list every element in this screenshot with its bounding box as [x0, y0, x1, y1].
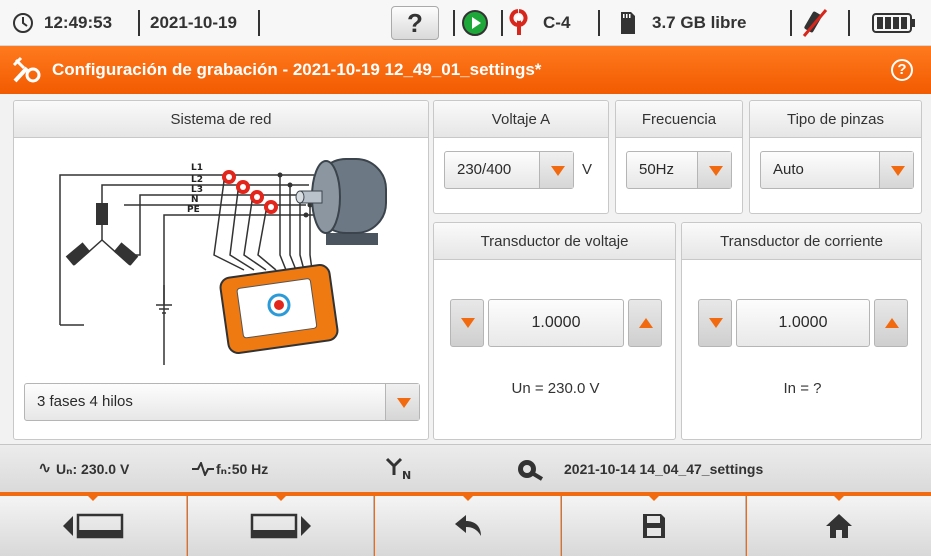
voltage-transducer-panel: Transductor de voltaje 1.0000 Un = 230.0…	[433, 222, 676, 440]
home-icon	[826, 514, 852, 538]
config-file-name: 2021-10-14 14_04_47_settings	[564, 461, 764, 477]
current-transducer-info: In = ?	[783, 380, 822, 397]
current-transducer-stepper: 1.0000	[698, 299, 908, 347]
current-transducer-value[interactable]: 1.0000	[736, 299, 870, 347]
info-help-button[interactable]: ?	[891, 59, 913, 81]
status-time: 12:49:53	[44, 13, 113, 32]
network-type-icon: N	[385, 457, 411, 481]
nominal-voltage: Uₙ: 230.0 V	[56, 461, 130, 477]
divider	[790, 10, 792, 36]
chevron-down-icon[interactable]	[539, 152, 573, 188]
label-l1: L1	[191, 163, 203, 173]
divider	[258, 10, 260, 36]
sine-wave-icon: ∿	[38, 460, 52, 477]
voltage-header: Voltaje A	[434, 101, 608, 138]
clamp-type-select[interactable]: Auto	[760, 151, 914, 189]
clamp-type-header: Tipo de pinzas	[750, 101, 921, 138]
clamp-icon	[509, 0, 529, 46]
storage-free: 3.7 GB libre	[652, 13, 747, 32]
clock-icon	[12, 0, 34, 46]
voltage-panel: Voltaje A 230/400 V	[433, 100, 609, 214]
divider	[598, 10, 600, 36]
decrement-button[interactable]	[698, 299, 732, 347]
frequency-wave-icon	[192, 462, 214, 476]
next-screen-icon	[250, 513, 311, 539]
frequency-value: 50Hz	[639, 161, 675, 178]
network-system-panel: Sistema de red L1 L2 L3 N PE 3 fases 4 h…	[13, 100, 429, 440]
voltage-unit: V	[582, 161, 593, 178]
settings-tools-icon	[12, 56, 41, 83]
decrement-button[interactable]	[450, 299, 484, 347]
chevron-down-icon[interactable]	[879, 152, 913, 188]
previous-screen-icon	[63, 513, 124, 539]
title-bar: Configuración de grabación - 2021-10-19 …	[0, 46, 931, 94]
frequency-select[interactable]: 50Hz	[626, 151, 732, 189]
wiring-diagram: L1 L2 L3 N PE	[59, 158, 387, 365]
battery-icon	[872, 0, 916, 46]
analyzer-device-icon	[219, 264, 339, 354]
back-arrow-icon	[454, 515, 481, 536]
chevron-down-icon[interactable]	[697, 152, 731, 188]
previous-screen-button[interactable]	[0, 495, 187, 556]
usb-disconnected-icon	[800, 0, 830, 46]
page-title: Configuración de grabación - 2021-10-19 …	[52, 60, 542, 79]
frequency-panel: Frecuencia 50Hz	[615, 100, 743, 214]
clamp-id: C-4	[543, 13, 571, 32]
network-system-select[interactable]: 3 fases 4 hilos	[24, 383, 420, 421]
home-button[interactable]	[747, 495, 931, 556]
network-system-header: Sistema de red	[14, 101, 428, 138]
frequency-header: Frecuencia	[616, 101, 742, 138]
next-screen-button[interactable]	[188, 495, 374, 556]
save-icon	[642, 514, 665, 538]
status-bar: 12:49:53 2021-10-19 ? C-4 3.7 GB libre	[0, 0, 931, 46]
voltage-transducer-stepper: 1.0000	[450, 299, 662, 347]
back-button[interactable]	[375, 495, 561, 556]
network-system-value: 3 fases 4 hilos	[37, 393, 133, 410]
voltage-select[interactable]: 230/400	[444, 151, 574, 189]
voltage-transducer-info: Un = 230.0 V	[511, 380, 600, 397]
svg-text:N: N	[402, 469, 411, 481]
clamp-type-panel: Tipo de pinzas Auto	[749, 100, 922, 214]
save-button[interactable]	[562, 495, 746, 556]
config-settings-icon	[518, 460, 544, 481]
nominal-frequency: fₙ:50 Hz	[216, 461, 269, 477]
current-transducer-panel: Transductor de corriente 1.0000 In = ?	[681, 222, 922, 440]
divider	[848, 10, 850, 36]
sd-card-icon	[619, 0, 637, 46]
divider	[501, 10, 503, 36]
voltage-transducer-value[interactable]: 1.0000	[488, 299, 624, 347]
increment-button[interactable]	[628, 299, 662, 347]
status-date: 2021-10-19	[150, 13, 237, 32]
voltage-value: 230/400	[457, 161, 512, 178]
record-status-icon	[461, 0, 489, 46]
divider	[138, 10, 140, 36]
divider	[453, 10, 455, 36]
increment-button[interactable]	[874, 299, 908, 347]
label-l3: L3	[191, 185, 203, 195]
function-button-bar	[0, 492, 931, 556]
chevron-down-icon[interactable]	[385, 384, 419, 420]
voltage-transducer-header: Transductor de voltaje	[434, 223, 675, 260]
label-l2: L2	[191, 175, 203, 185]
current-transducer-header: Transductor de corriente	[682, 223, 921, 260]
clamp-type-value: Auto	[773, 161, 804, 178]
label-n: N	[191, 195, 199, 205]
info-bar: ∿ Uₙ: 230.0 V fₙ:50 Hz N 2021-10-14 14_0…	[0, 444, 931, 492]
help-button[interactable]: ?	[391, 6, 439, 40]
label-pe: PE	[187, 205, 200, 215]
